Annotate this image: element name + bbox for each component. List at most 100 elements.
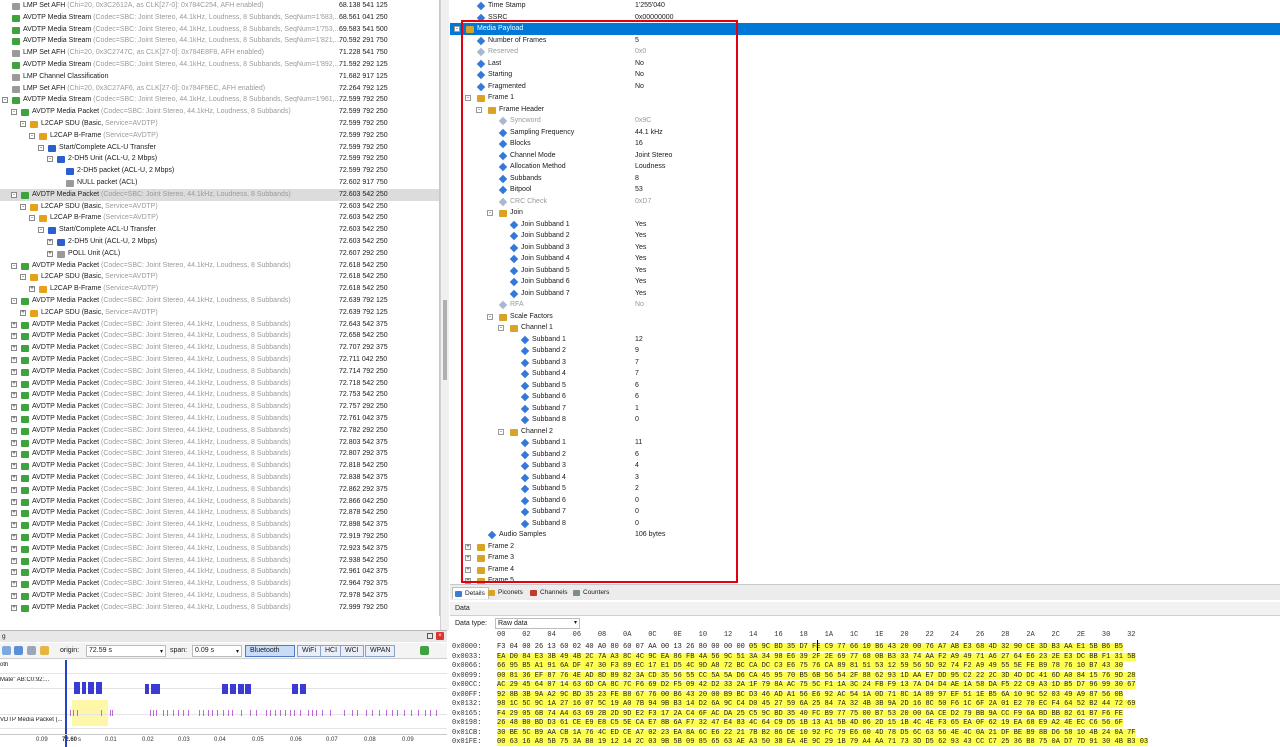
packet-row[interactable]: - Start/Complete ACL-U Transfer 72.603 542… [0, 224, 439, 236]
detail-field-row[interactable]: Join Subband 4 Yes [450, 253, 1280, 265]
expand-icon[interactable]: + [11, 569, 17, 576]
timeline-packet-bar[interactable] [292, 684, 298, 694]
scrollbar-thumb[interactable] [443, 300, 447, 380]
timeline-event-tick[interactable] [110, 710, 111, 716]
packet-row[interactable]: - AVDTP Media Packet (Codec=SBC: Joint St… [0, 260, 439, 272]
collapse-icon[interactable]: - [38, 227, 44, 234]
collapse-icon[interactable]: - [11, 298, 17, 304]
timeline-event-tick[interactable] [379, 710, 380, 716]
packet-row[interactable]: + AVDTP Media Packet (Codec=SBC: Joint St… [0, 330, 439, 342]
tab-channels[interactable]: Channels [528, 587, 570, 599]
detail-field-row[interactable]: Time Stamp 1'255'040 [450, 0, 1280, 12]
packet-row[interactable]: +2-DH5 Unit (ACL-U, 2 Mbps) 72.603 542 25… [0, 236, 439, 248]
expand-icon[interactable]: + [11, 581, 17, 588]
collapse-icon[interactable]: - [20, 274, 26, 281]
close-icon[interactable]: × [436, 632, 444, 640]
timeline-event-tick[interactable] [112, 710, 113, 716]
collapse-icon[interactable]: - [29, 132, 35, 139]
packet-row[interactable]: + AVDTP Media Packet (Codec=SBC: Joint St… [0, 413, 439, 425]
packet-row[interactable]: AVDTP Media Stream (Codec=SBC: Joint Ste… [0, 35, 439, 47]
collapse-icon[interactable]: - [11, 262, 17, 269]
detail-group-row[interactable]: - Frame 1 [450, 92, 1280, 104]
packet-row[interactable]: - AVDTP Media Packet (Codec=SBC: Joint St… [0, 106, 439, 118]
detail-field-row[interactable]: Subband 2 6 [450, 449, 1280, 461]
timeline-event-tick[interactable] [77, 710, 78, 716]
packet-row[interactable]: AVDTP Media Stream (Codec=SBC: Joint Ste… [0, 12, 439, 24]
packet-row[interactable]: + POLL Unit (ACL) 72.607 292 250 [0, 248, 439, 260]
expand-icon[interactable]: + [11, 357, 17, 363]
protocol-wpan-button[interactable]: WPAN [365, 645, 396, 657]
collapse-icon[interactable]: - [29, 215, 35, 222]
pin-icon[interactable] [427, 633, 433, 639]
packet-row[interactable]: - L2CAP SDU (Basic, Service=AVDTP) 72.603 … [0, 201, 439, 213]
timeline-event-tick[interactable] [212, 710, 213, 716]
packet-row[interactable]: AVDTP Media Stream (Codec=SBC: Joint Ste… [0, 59, 439, 71]
timeline-lanes[interactable]: oth Mate" AB:C0:92:... VDTP Media Packet (… [0, 660, 447, 737]
timeline-packet-bar[interactable] [230, 684, 236, 694]
packet-row[interactable]: + AVDTP Media Packet (Codec=SBC: Joint St… [0, 448, 439, 460]
timeline-event-tick[interactable] [173, 710, 174, 716]
expand-icon[interactable]: + [11, 463, 17, 470]
timeline-packet-bar[interactable] [88, 682, 94, 694]
detail-field-row[interactable]: Subband 8 0 [450, 414, 1280, 426]
timeline-packet-bar[interactable] [156, 684, 160, 694]
timeline-event-tick[interactable] [418, 710, 419, 716]
expand-icon[interactable]: + [11, 486, 17, 493]
detail-field-row[interactable]: Join Subband 2 Yes [450, 230, 1280, 242]
timeline-event-tick[interactable] [241, 710, 242, 716]
packet-row[interactable]: + AVDTP Media Packet (Codec=SBC: Joint St… [0, 342, 439, 354]
timeline-event-tick[interactable] [203, 710, 204, 716]
timeline-event-tick[interactable] [386, 710, 387, 716]
timeline-event-tick[interactable] [163, 710, 164, 716]
packet-row[interactable]: + AVDTP Media Packet (Codec=SBC: Joint St… [0, 590, 439, 602]
expand-icon[interactable]: + [11, 534, 17, 540]
expand-icon[interactable]: + [465, 566, 471, 573]
packet-row[interactable]: + AVDTP Media Packet (Codec=SBC: Joint St… [0, 507, 439, 519]
packet-list-scrollbar[interactable] [440, 0, 449, 630]
expand-icon[interactable]: + [11, 498, 17, 505]
origin-input[interactable]: 72.59 s ▾ [86, 645, 166, 657]
timeline-event-tick[interactable] [156, 710, 157, 716]
timeline-event-tick[interactable] [70, 710, 71, 716]
expand-icon[interactable]: + [29, 286, 35, 293]
expand-icon[interactable]: + [11, 451, 17, 458]
detail-field-row[interactable]: Subband 4 3 [450, 472, 1280, 484]
collapse-icon[interactable]: - [11, 191, 17, 198]
collapse-icon[interactable]: - [47, 156, 53, 163]
detail-field-row[interactable]: Reserved 0x0 [450, 46, 1280, 58]
detail-field-row[interactable]: RFA No [450, 299, 1280, 311]
detail-field-row[interactable]: Subband 3 7 [450, 357, 1280, 369]
expand-icon[interactable]: + [465, 543, 471, 550]
collapse-icon[interactable]: - [454, 26, 460, 32]
packet-row[interactable]: - AVDTP Media Packet (Codec=SBC: Joint St… [0, 188, 439, 201]
protocol-select[interactable]: Bluetooth [245, 645, 295, 657]
detail-field-row[interactable]: Channel Mode Joint Stereo [450, 150, 1280, 162]
packet-row[interactable]: LMP Set AFH (Chi=20, 0x3C27AF6, as CLK[2… [0, 83, 439, 95]
expand-icon[interactable]: + [11, 368, 17, 375]
timeline-event-tick[interactable] [217, 710, 218, 716]
timeline-packet-bar[interactable] [96, 682, 102, 694]
packet-row[interactable]: + AVDTP Media Packet (Codec=SBC: Joint St… [0, 472, 439, 484]
hex-dump[interactable]: 00 02 04 06 08 0A 0C 0E 10 12 14 16 18 1… [450, 630, 1280, 747]
detail-field-row[interactable]: Subband 7 0 [450, 506, 1280, 518]
expand-icon[interactable]: + [47, 239, 53, 245]
detail-field-row[interactable]: Subband 8 0 [450, 518, 1280, 530]
detail-field-row[interactable]: Blocks 16 [450, 138, 1280, 150]
packet-row[interactable]: + AVDTP Media Packet (Codec=SBC: Joint St… [0, 602, 439, 614]
timeline-event-tick[interactable] [430, 710, 431, 716]
timeline-event-tick[interactable] [275, 710, 276, 716]
packet-row[interactable]: - L2CAP B-Frame (Service=AVDTP) 72.603 542… [0, 212, 439, 224]
packet-row[interactable]: + AVDTP Media Packet (Codec=SBC: Joint St… [0, 401, 439, 413]
detail-field-row[interactable]: Subband 5 6 [450, 380, 1280, 392]
protocol-wci-button[interactable]: WCI [340, 645, 364, 657]
timeline-event-tick[interactable] [270, 710, 271, 716]
detail-group-row[interactable]: - Channel 2 [450, 426, 1280, 438]
expand-icon[interactable]: + [11, 380, 17, 387]
collapse-icon[interactable]: - [476, 106, 482, 113]
detail-field-row[interactable]: Fragmented No [450, 81, 1280, 93]
timeline-event-tick[interactable] [167, 710, 168, 716]
detail-field-row[interactable]: CRC Check 0xD7 [450, 196, 1280, 208]
zoom-icon[interactable] [2, 646, 11, 655]
timeline-event-tick[interactable] [250, 710, 251, 716]
timeline-event-tick[interactable] [300, 710, 301, 716]
